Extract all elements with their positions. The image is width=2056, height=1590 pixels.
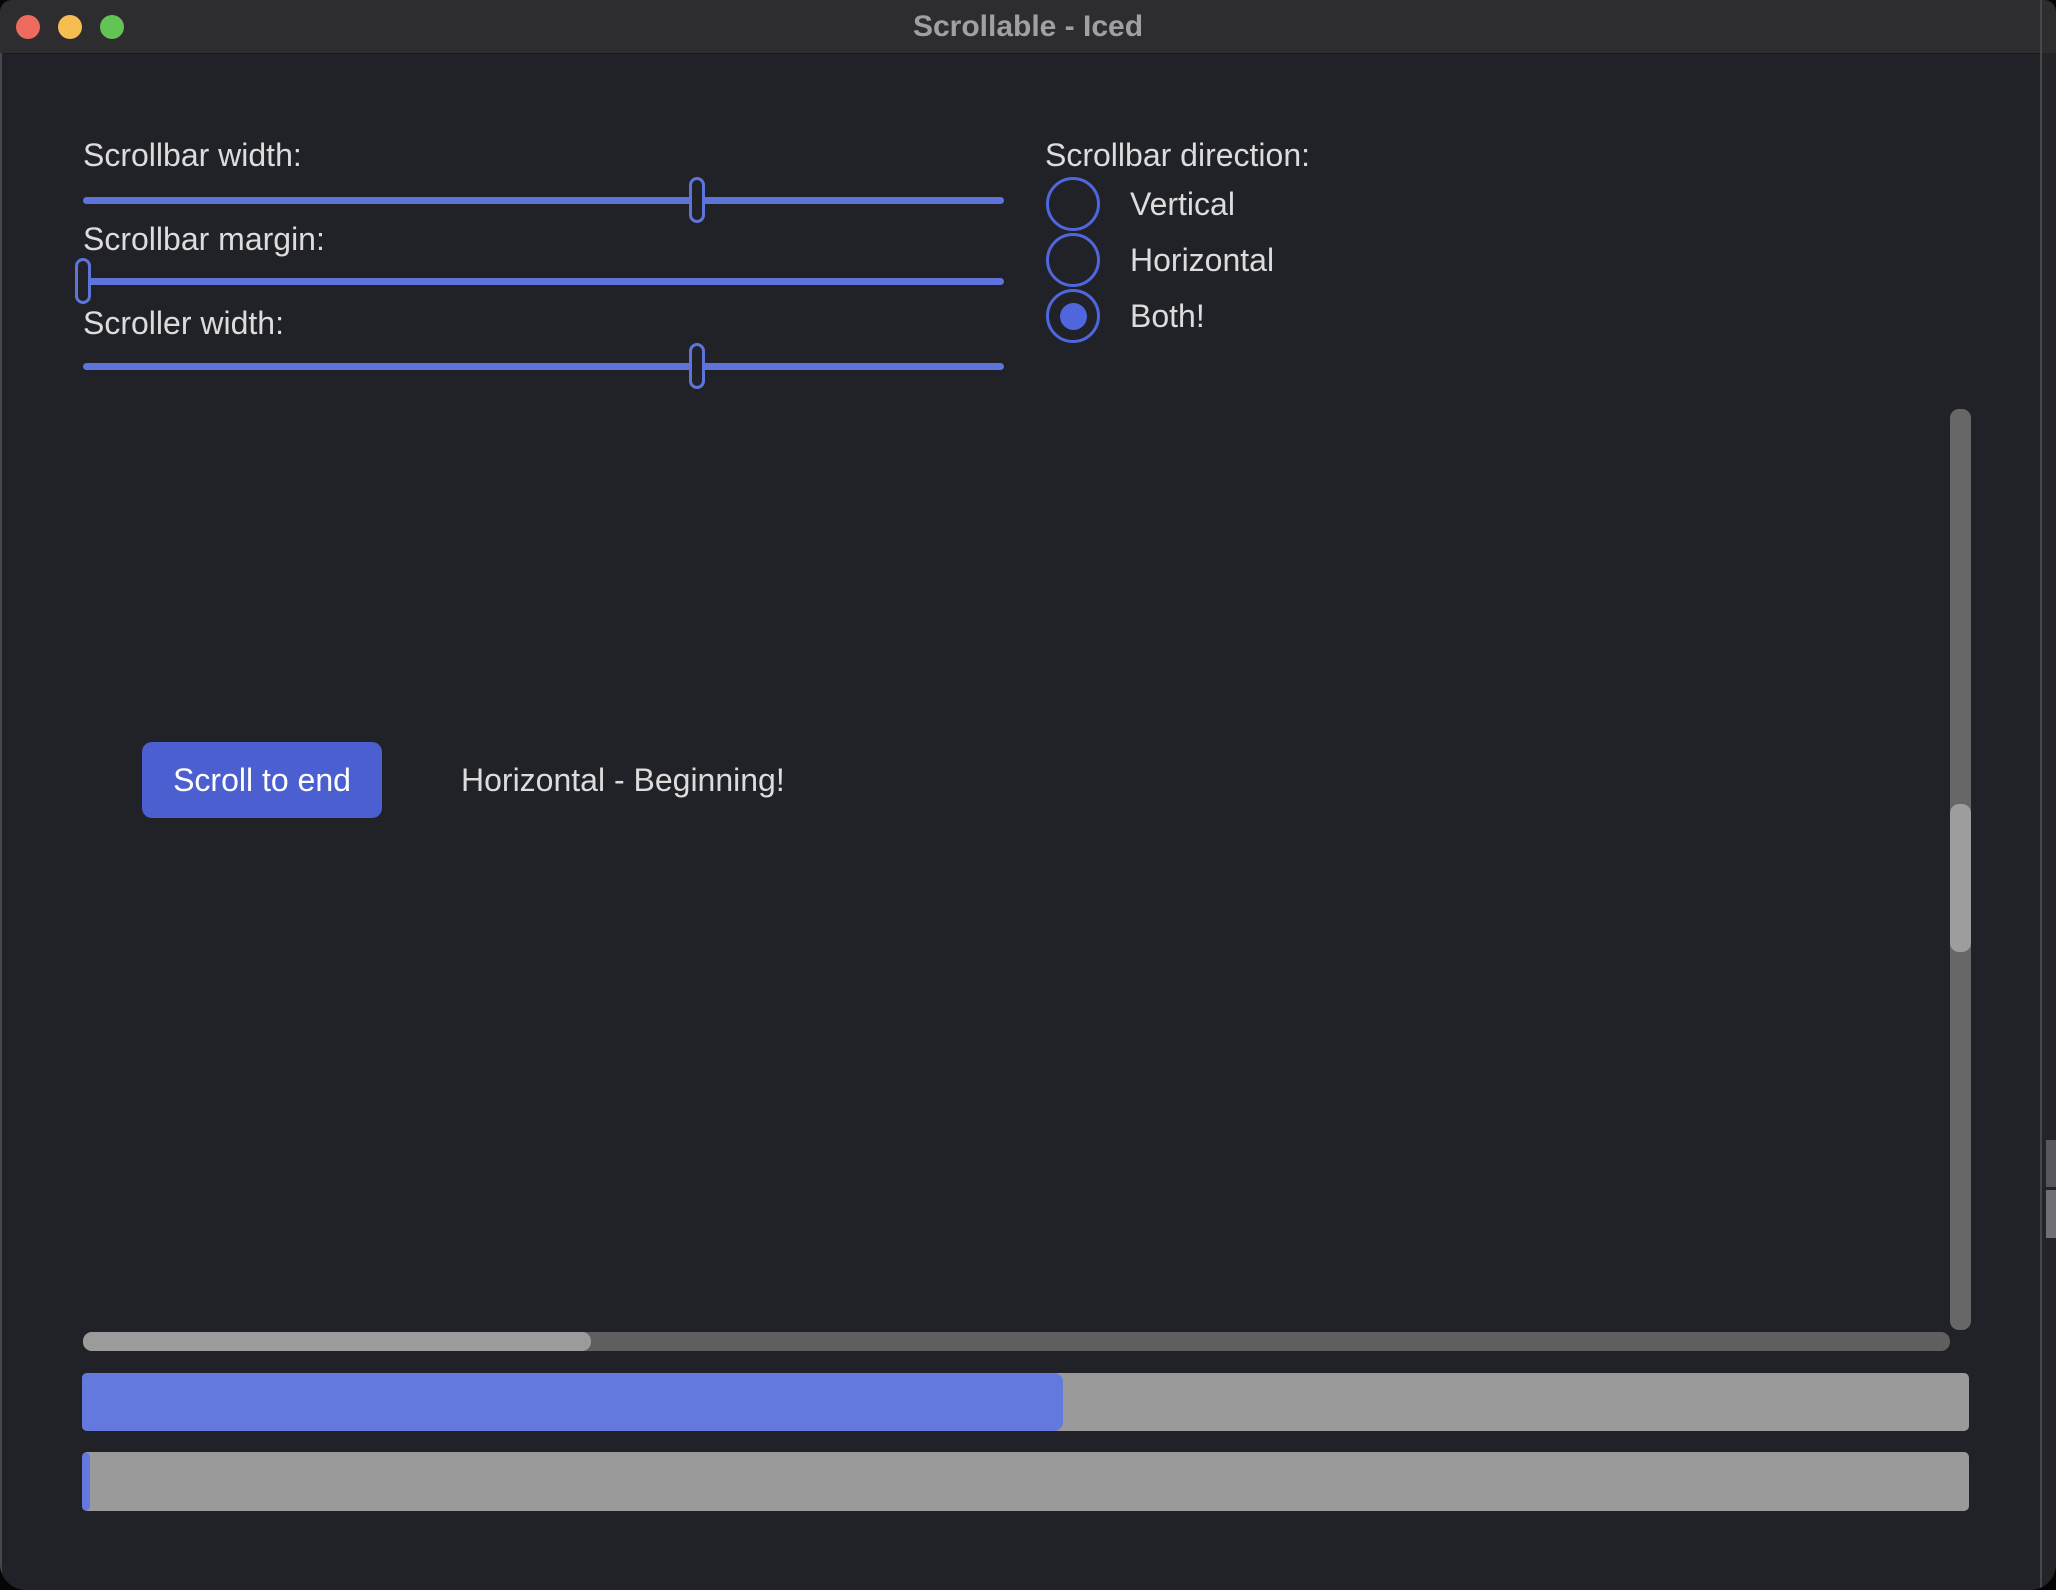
window-right-border <box>2040 0 2042 1590</box>
scroller-width-label: Scroller width: <box>83 305 284 342</box>
app-window: Scrollable - Iced Scrollbar width: Scrol… <box>0 0 2056 1590</box>
close-button[interactable] <box>16 15 40 39</box>
scrollbar-margin-slider[interactable] <box>83 258 1004 304</box>
radio-dot <box>1060 303 1087 330</box>
background-window-fragment <box>2046 1140 2056 1187</box>
radio-circle-icon <box>1046 289 1100 343</box>
progress-bar-2 <box>82 1452 1969 1511</box>
scroll-to-end-button[interactable]: Scroll to end <box>142 742 382 818</box>
scroller-width-slider[interactable] <box>83 343 1004 389</box>
radio-option-both[interactable]: Both! <box>1046 289 1205 343</box>
background-window-fragment <box>2046 1190 2056 1238</box>
window-left-border <box>0 53 2 1590</box>
slider-handle[interactable] <box>689 343 705 389</box>
scrollbar-width-label: Scrollbar width: <box>83 137 302 174</box>
radio-option-horizontal[interactable]: Horizontal <box>1046 233 1274 287</box>
vertical-scrollbar[interactable] <box>1950 409 1971 1330</box>
scrollbar-direction-label: Scrollbar direction: <box>1045 137 1310 174</box>
slider-handle[interactable] <box>75 258 91 304</box>
radio-label: Both! <box>1130 298 1205 335</box>
horizontal-scrollbar[interactable] <box>83 1332 1950 1351</box>
zoom-button[interactable] <box>100 15 124 39</box>
slider-handle[interactable] <box>689 177 705 223</box>
scrollbar-width-slider[interactable] <box>83 177 1004 223</box>
vertical-scrollbar-thumb[interactable] <box>1950 804 1971 952</box>
scroll-status-text: Horizontal - Beginning! <box>461 742 785 818</box>
traffic-lights <box>16 15 124 39</box>
progress-bar-1 <box>82 1373 1969 1431</box>
radio-label: Horizontal <box>1130 242 1274 279</box>
titlebar[interactable]: Scrollable - Iced <box>0 0 2056 54</box>
horizontal-scrollbar-thumb[interactable] <box>83 1332 591 1351</box>
window-right-gutter <box>2042 53 2056 1590</box>
progress-bar-2-fill <box>82 1452 90 1511</box>
radio-label: Vertical <box>1130 186 1235 223</box>
minimize-button[interactable] <box>58 15 82 39</box>
radio-circle-icon <box>1046 233 1100 287</box>
window-title: Scrollable - Iced <box>913 10 1143 44</box>
scrollbar-margin-label: Scrollbar margin: <box>83 221 325 258</box>
radio-option-vertical[interactable]: Vertical <box>1046 177 1235 231</box>
progress-bar-1-fill <box>82 1373 1063 1431</box>
radio-circle-icon <box>1046 177 1100 231</box>
